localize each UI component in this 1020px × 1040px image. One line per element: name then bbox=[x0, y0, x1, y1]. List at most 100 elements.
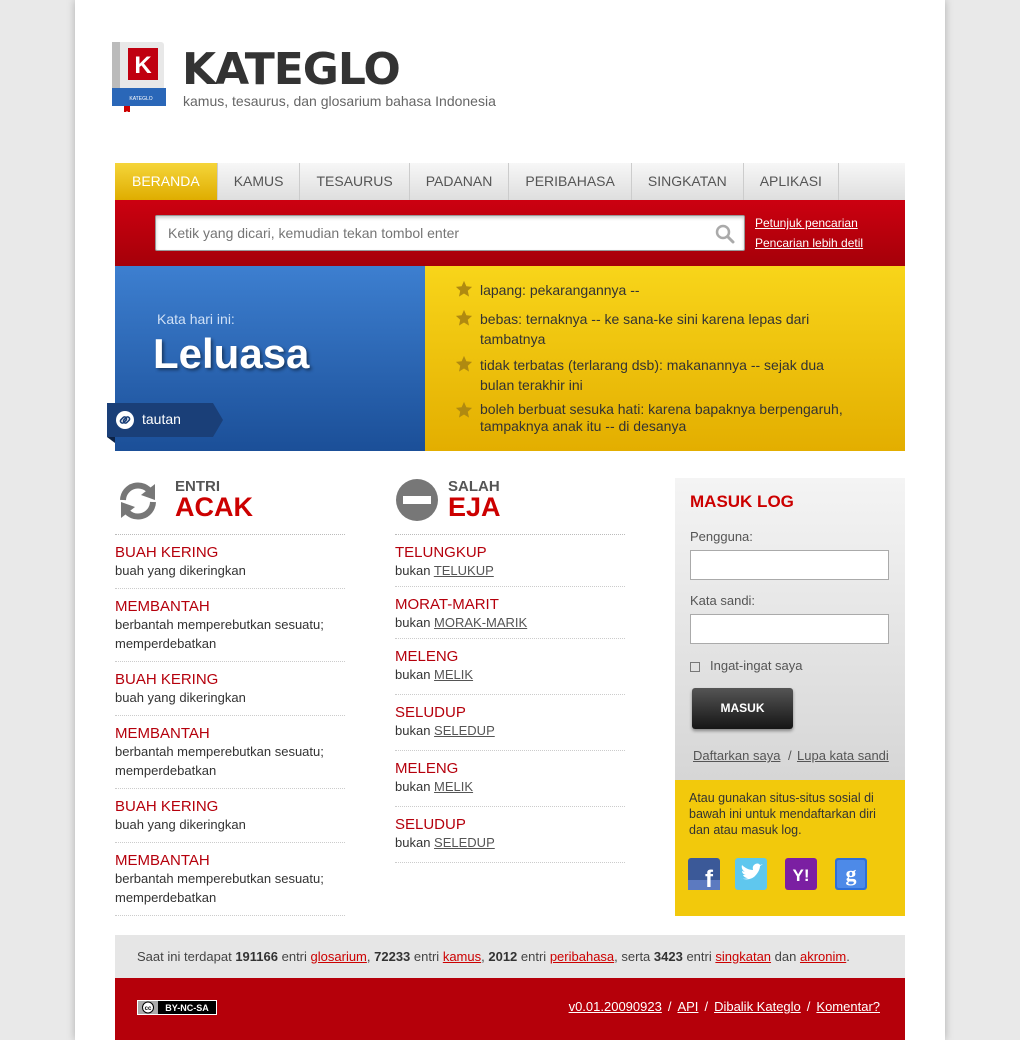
site-tagline: kamus, tesaurus, dan glosarium bahasa In… bbox=[183, 93, 496, 109]
entry-title-link[interactable]: MEMBANTAH bbox=[115, 852, 345, 869]
entry-title-link[interactable]: MEMBANTAH bbox=[115, 598, 345, 615]
list-item: MEMBANTAH berbantah memperebutkan sesuatu… bbox=[115, 716, 345, 789]
about-link[interactable]: Dibalik Kateglo bbox=[714, 999, 801, 1014]
definition-item: lapang: pekarangannya -- bbox=[455, 280, 860, 300]
facebook-icon[interactable]: f bbox=[688, 858, 720, 890]
definition-text: tidak terbatas (terlarang dsb): makanann… bbox=[480, 357, 824, 393]
entry-title-link[interactable]: SELUDUP bbox=[395, 704, 625, 721]
entry-title-link[interactable]: MORAT-MARIT bbox=[395, 596, 625, 613]
refresh-icon[interactable] bbox=[115, 478, 161, 524]
entry-title-link[interactable]: BUAH KERING bbox=[115, 671, 345, 688]
list-item: SELUDUP bukan SELEDUP bbox=[395, 695, 625, 751]
footer: cc BY-NC-SA v0.01.20090923 / API / Dibalik K… bbox=[115, 978, 905, 1040]
definition-text: lapang: pekarangannya -- bbox=[480, 282, 640, 298]
list-item: BUAH KERING buah yang dikeringkan bbox=[115, 789, 345, 843]
misspelling-link[interactable]: MORAK-MARIK bbox=[434, 615, 527, 630]
peribahasa-link[interactable]: peribahasa bbox=[550, 949, 614, 964]
entry-title-link[interactable]: BUAH KERING bbox=[115, 798, 345, 815]
advanced-search-link[interactable]: Pencarian lebih detil bbox=[755, 236, 863, 250]
search-icon[interactable] bbox=[715, 224, 735, 244]
register-link[interactable]: Daftarkan saya bbox=[693, 748, 780, 763]
nav-item-peribahasa[interactable]: PERIBAHASA bbox=[509, 163, 632, 200]
bukan-label: bukan bbox=[395, 615, 431, 630]
list-item: MELENG bukan MELIK bbox=[395, 639, 625, 695]
forgot-password-link[interactable]: Lupa kata sandi bbox=[797, 748, 889, 763]
logo-book-text: KATEGLO bbox=[129, 96, 152, 102]
link-icon bbox=[116, 411, 134, 429]
nav-item-beranda[interactable]: BERANDA bbox=[115, 163, 218, 200]
main-nav: BERANDA KAMUS TESAURUS PADANAN PERIBAHAS… bbox=[115, 163, 905, 200]
entry-description: buah yang dikeringkan bbox=[115, 690, 246, 705]
version-link[interactable]: v0.01.20090923 bbox=[569, 999, 662, 1014]
footer-separator: / bbox=[667, 999, 672, 1014]
definition-item: tidak terbatas (terlarang dsb): makanann… bbox=[455, 355, 860, 395]
api-link[interactable]: API bbox=[677, 999, 698, 1014]
search-bar: Petunjuk pencarian Pencarian lebih detil bbox=[115, 200, 905, 266]
password-field[interactable] bbox=[690, 614, 889, 644]
creative-commons-badge-icon[interactable]: cc BY-NC-SA bbox=[137, 1000, 217, 1015]
bukan-label: bukan bbox=[395, 779, 431, 794]
entry-title-link[interactable]: SELUDUP bbox=[395, 816, 625, 833]
entry-description: buah yang dikeringkan bbox=[115, 817, 246, 832]
yahoo-letter: Y! bbox=[793, 866, 810, 885]
misspelling-title: EJA bbox=[448, 492, 501, 522]
misspelling-section: SALAH EJA TELUNGKUP bukan TELUKUP MORAT-M… bbox=[395, 478, 625, 863]
nav-item-tesaurus[interactable]: TESAURUS bbox=[300, 163, 410, 200]
glosarium-link[interactable]: glosarium bbox=[311, 949, 367, 964]
bukan-label: bukan bbox=[395, 563, 431, 578]
stats-serta: , serta bbox=[614, 949, 651, 964]
entry-description: berbantah memperebutkan sesuatu; memperd… bbox=[115, 617, 324, 651]
star-icon bbox=[455, 309, 473, 326]
username-field[interactable] bbox=[690, 550, 889, 580]
login-panel: MASUK LOG Pengguna: Kata sandi: Ingat-in… bbox=[675, 478, 905, 780]
word-of-day-word[interactable]: Leluasa bbox=[153, 330, 309, 378]
misspelling-link[interactable]: SELEDUP bbox=[434, 835, 495, 850]
akronim-link[interactable]: akronim bbox=[800, 949, 846, 964]
entry-title-link[interactable]: MELENG bbox=[395, 648, 625, 665]
comment-link[interactable]: Komentar? bbox=[816, 999, 880, 1014]
password-label: Kata sandi: bbox=[690, 593, 756, 608]
kamus-link[interactable]: kamus bbox=[443, 949, 481, 964]
definition-text: bebas: ternaknya -- ke sana-ke sini kare… bbox=[480, 311, 810, 347]
nav-item-aplikasi[interactable]: APLIKASI bbox=[744, 163, 839, 200]
definition-item: bebas: ternaknya -- ke sana-ke sini kare… bbox=[455, 309, 860, 349]
svg-text:cc: cc bbox=[145, 1006, 152, 1012]
tautan-fold bbox=[107, 437, 115, 443]
misspelling-link[interactable]: TELUKUP bbox=[434, 563, 494, 578]
yahoo-icon[interactable]: Y! bbox=[785, 858, 817, 890]
stats-entri: entri bbox=[281, 949, 307, 964]
login-button[interactable]: MASUK bbox=[692, 688, 793, 729]
list-item: MELENG bukan MELIK bbox=[395, 751, 625, 807]
remember-me-checkbox[interactable]: Ingat-ingat saya bbox=[690, 658, 803, 673]
twitter-icon[interactable] bbox=[735, 858, 767, 890]
singkatan-link[interactable]: singkatan bbox=[715, 949, 771, 964]
misspelling-link[interactable]: MELIK bbox=[434, 667, 473, 682]
nav-item-singkatan[interactable]: SINGKATAN bbox=[632, 163, 744, 200]
checkbox-icon[interactable] bbox=[690, 661, 700, 672]
entry-title-link[interactable]: MEMBANTAH bbox=[115, 725, 345, 742]
entry-title-link[interactable]: TELUNGKUP bbox=[395, 544, 625, 561]
word-of-day-label: Kata hari ini: bbox=[157, 311, 235, 327]
google-icon[interactable]: g bbox=[835, 858, 867, 890]
entry-title-link[interactable]: MELENG bbox=[395, 760, 625, 777]
page: K KATEGLO KATEGLO kamus, tesaurus, dan g… bbox=[75, 0, 945, 1040]
glosarium-count: 191166 bbox=[235, 949, 278, 964]
misspelling-link[interactable]: SELEDUP bbox=[434, 723, 495, 738]
star-icon bbox=[455, 280, 473, 297]
site-title[interactable]: KATEGLO bbox=[182, 44, 401, 95]
nav-item-kamus[interactable]: KAMUS bbox=[218, 163, 301, 200]
tautan-link-button[interactable]: tautan bbox=[107, 403, 213, 437]
peribahasa-count: 2012 bbox=[488, 949, 518, 964]
license-label: BY-NC-SA bbox=[165, 1003, 209, 1013]
tautan-label: tautan bbox=[142, 411, 181, 427]
search-input[interactable] bbox=[155, 215, 745, 251]
nav-item-padanan[interactable]: PADANAN bbox=[410, 163, 510, 200]
list-item: SELUDUP bukan SELEDUP bbox=[395, 807, 625, 863]
stats-prefix: Saat ini terdapat bbox=[137, 949, 232, 964]
entry-title-link[interactable]: BUAH KERING bbox=[115, 544, 345, 561]
misspelling-link[interactable]: MELIK bbox=[434, 779, 473, 794]
remember-me-label: Ingat-ingat saya bbox=[710, 658, 803, 673]
kateglo-book-logo-icon[interactable]: K KATEGLO bbox=[110, 40, 168, 112]
list-item: BUAH KERING buah yang dikeringkan bbox=[115, 662, 345, 716]
search-help-link[interactable]: Petunjuk pencarian bbox=[755, 216, 858, 230]
